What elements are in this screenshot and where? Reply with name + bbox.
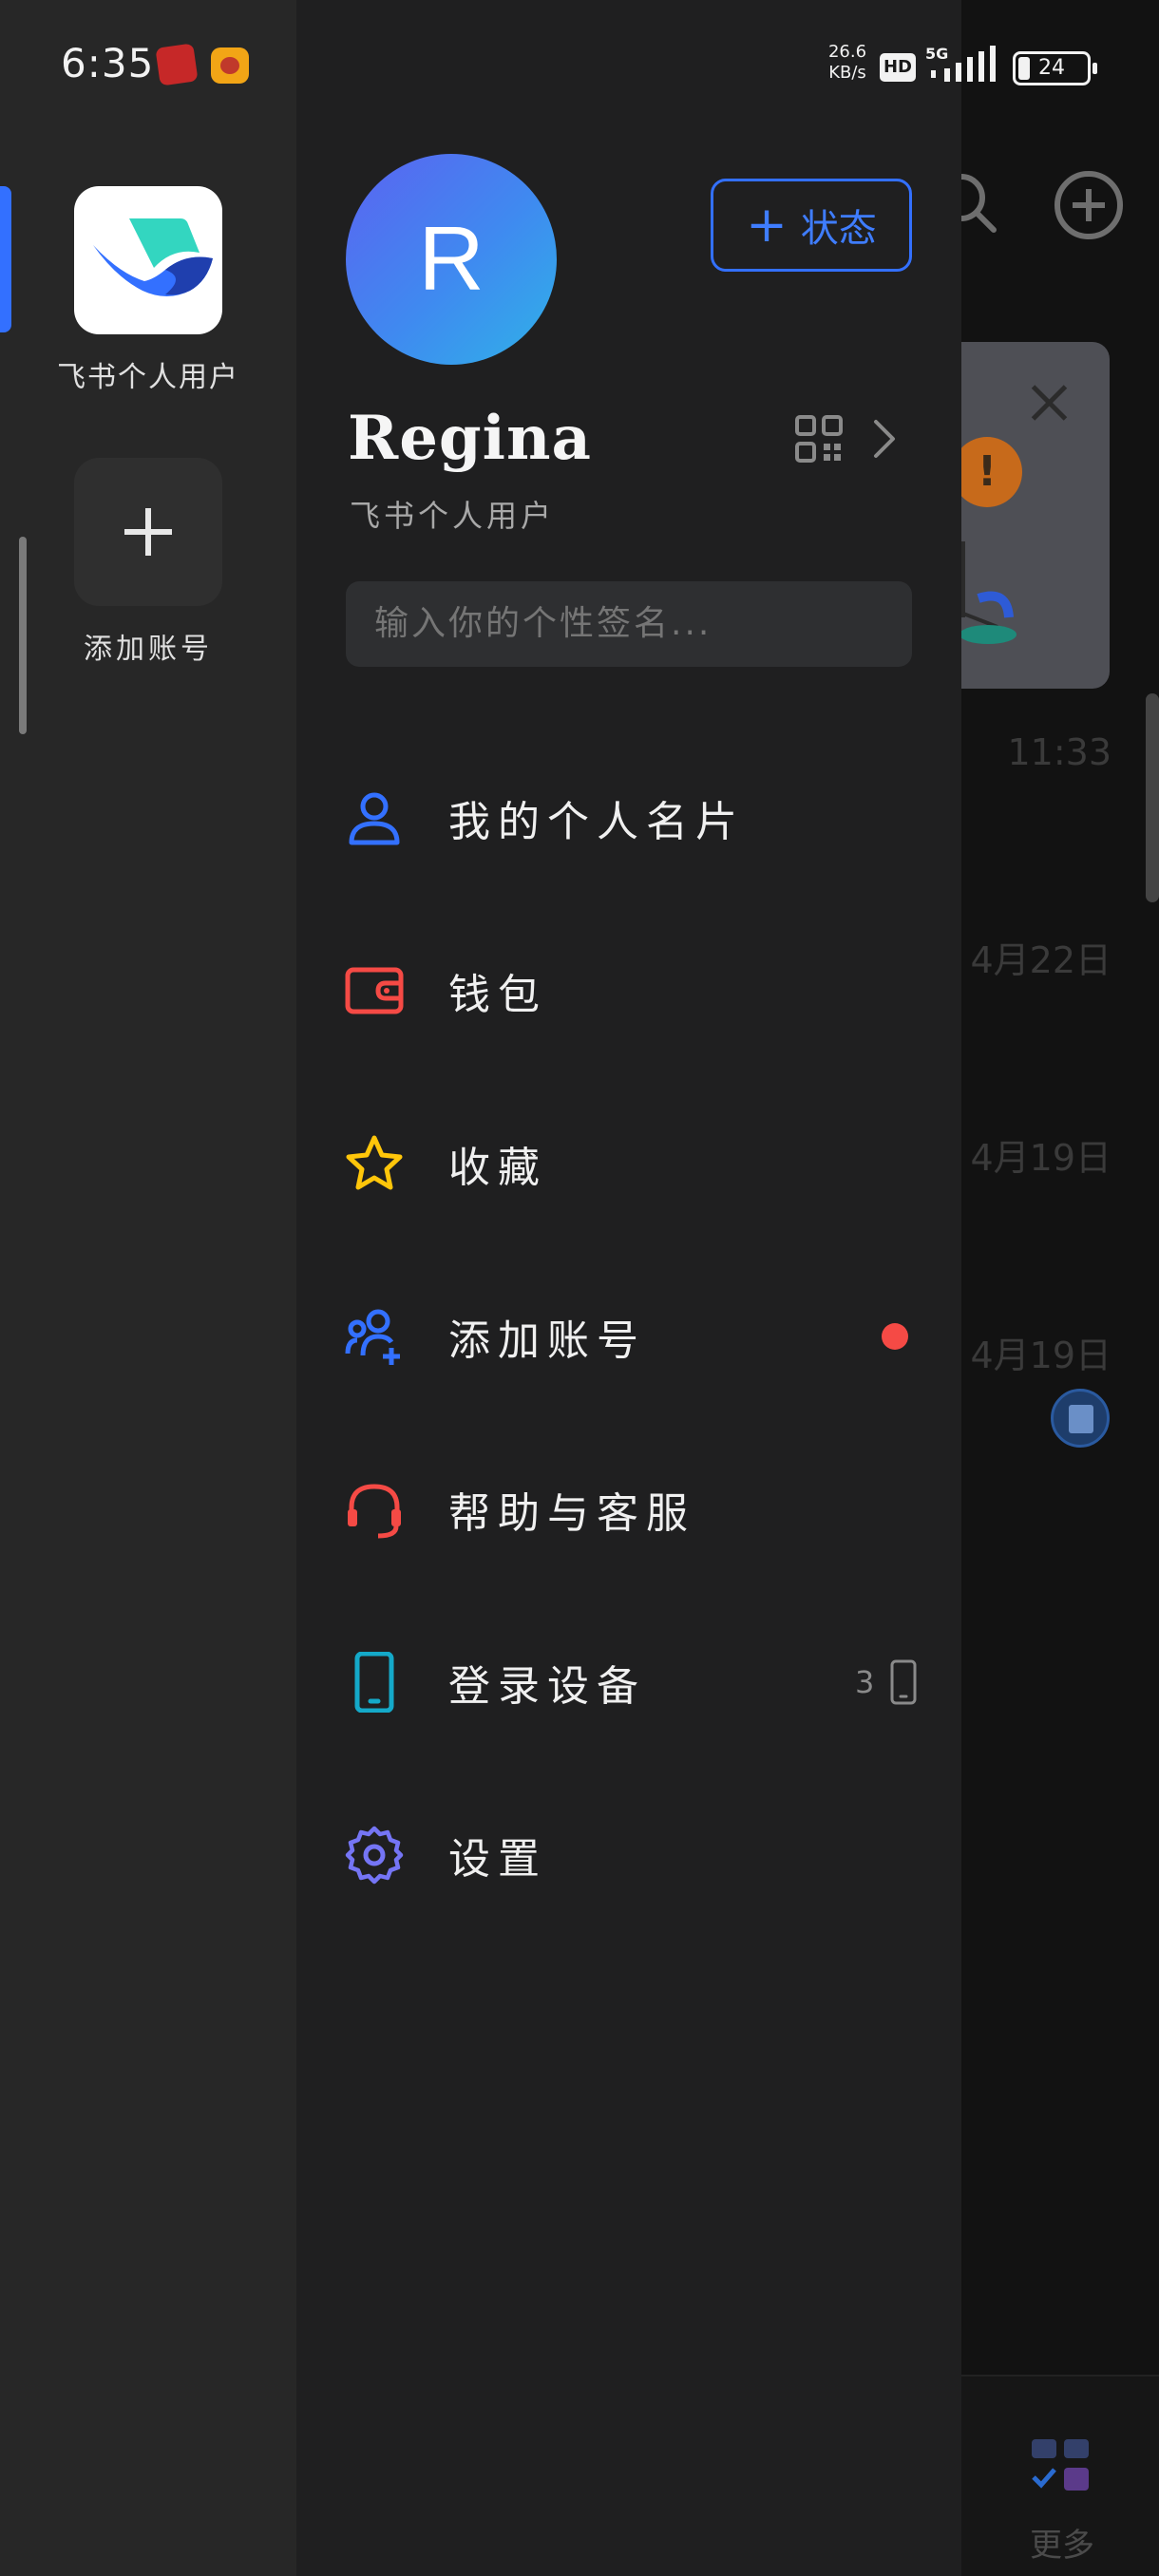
background-chat-list: ! 11:33 4月22日 4月19日 4月19日 更多 xyxy=(960,0,1159,2576)
set-status-button[interactable]: + 状态 xyxy=(711,179,912,272)
status-bar: 6:35 26.6 KB/s HD 5G 24 xyxy=(0,0,1159,133)
user-name[interactable]: Regina xyxy=(348,403,592,474)
network-speed: 26.6 KB/s xyxy=(823,42,872,84)
notice-banner: ! xyxy=(960,342,1110,689)
menu-item-label: 帮助与客服 xyxy=(448,1489,695,1538)
menu-item-label: 添加账号 xyxy=(448,1316,646,1365)
chat-time: 4月19日 xyxy=(970,1335,1112,1376)
feishu-account-icon[interactable] xyxy=(74,186,222,334)
chevron-right-icon[interactable] xyxy=(870,418,899,460)
battery-icon: 24 xyxy=(1013,51,1097,85)
menu-item-help[interactable]: 帮助与客服 xyxy=(296,1423,961,1596)
chat-time: 11:33 xyxy=(1007,731,1112,773)
add-user-icon xyxy=(345,1309,400,1365)
menu-item-favorites[interactable]: 收藏 xyxy=(296,1077,961,1250)
close-icon xyxy=(1026,380,1074,427)
network-speed-value: 26.6 xyxy=(827,42,867,62)
status-time: 6:35 xyxy=(61,40,155,86)
network-speed-unit: KB/s xyxy=(828,63,866,83)
star-icon xyxy=(346,1135,403,1190)
phone-icon xyxy=(890,1659,917,1705)
add-account-label[interactable]: 添加账号 xyxy=(38,625,258,667)
account-label[interactable]: 飞书个人用户 xyxy=(38,353,258,395)
avatar[interactable]: R xyxy=(346,154,557,365)
menu-item-settings[interactable]: 设置 xyxy=(296,1769,961,1941)
chat-time: 4月19日 xyxy=(970,1137,1112,1179)
menu-item-label: 收藏 xyxy=(448,1144,547,1192)
scrollbar xyxy=(1146,693,1159,902)
drawer-menu: 我的个人名片 钱包 收藏 添加账号 帮助与客服 登录设备 3 设置 xyxy=(296,731,961,1941)
account-type-label: 飞书个人用户 xyxy=(350,498,556,534)
add-account-button[interactable] xyxy=(74,458,222,606)
doc-badge-icon xyxy=(1051,1389,1110,1448)
add-circle-icon xyxy=(1054,171,1123,239)
menu-item-label: 我的个人名片 xyxy=(448,798,745,846)
more-tab-label: 更多 xyxy=(1030,2527,1094,2565)
signal-icon: 5G xyxy=(925,45,996,82)
person-icon xyxy=(349,792,400,845)
menu-item-add-account[interactable]: 添加账号 xyxy=(296,1250,961,1423)
notification-icon xyxy=(155,43,199,86)
menu-item-devices[interactable]: 登录设备 3 xyxy=(296,1596,961,1769)
rail-scrollbar[interactable] xyxy=(19,537,27,734)
device-count: 3 xyxy=(855,1664,875,1700)
menu-item-wallet[interactable]: 钱包 xyxy=(296,904,961,1077)
notification-icon xyxy=(211,47,249,84)
account-rail: 飞书个人用户 添加账号 xyxy=(0,0,296,2576)
hd-badge: HD xyxy=(880,53,916,82)
wallet-icon xyxy=(345,967,404,1014)
warning-icon: ! xyxy=(960,437,1022,507)
menu-item-label: 登录设备 xyxy=(448,1662,646,1711)
phone-icon xyxy=(354,1652,394,1713)
headset-icon xyxy=(348,1484,401,1539)
signature-input[interactable] xyxy=(346,581,912,667)
unread-badge xyxy=(882,1323,908,1350)
active-indicator xyxy=(0,186,11,332)
menu-item-label: 钱包 xyxy=(448,971,547,1019)
profile-drawer: R + 状态 Regina 飞书个人用户 我的个人名片 xyxy=(296,0,961,2576)
status-button-label: 状态 xyxy=(800,207,877,251)
network-type: 5G xyxy=(925,45,948,63)
feishu-logo-icon xyxy=(93,218,213,296)
menu-item-my-card[interactable]: 我的个人名片 xyxy=(296,731,961,904)
plus-icon: + xyxy=(746,197,788,254)
menu-item-label: 设置 xyxy=(448,1835,547,1884)
chat-time: 4月22日 xyxy=(970,939,1112,981)
illustration-icon xyxy=(960,541,1016,644)
bottom-tab-bar: 更多 xyxy=(960,2375,1159,2576)
search-icon xyxy=(960,174,997,233)
gear-icon xyxy=(345,1826,404,1885)
battery-level: 24 xyxy=(1038,56,1065,80)
qr-code-icon[interactable] xyxy=(794,414,844,464)
apps-grid-icon xyxy=(1032,2439,1089,2491)
